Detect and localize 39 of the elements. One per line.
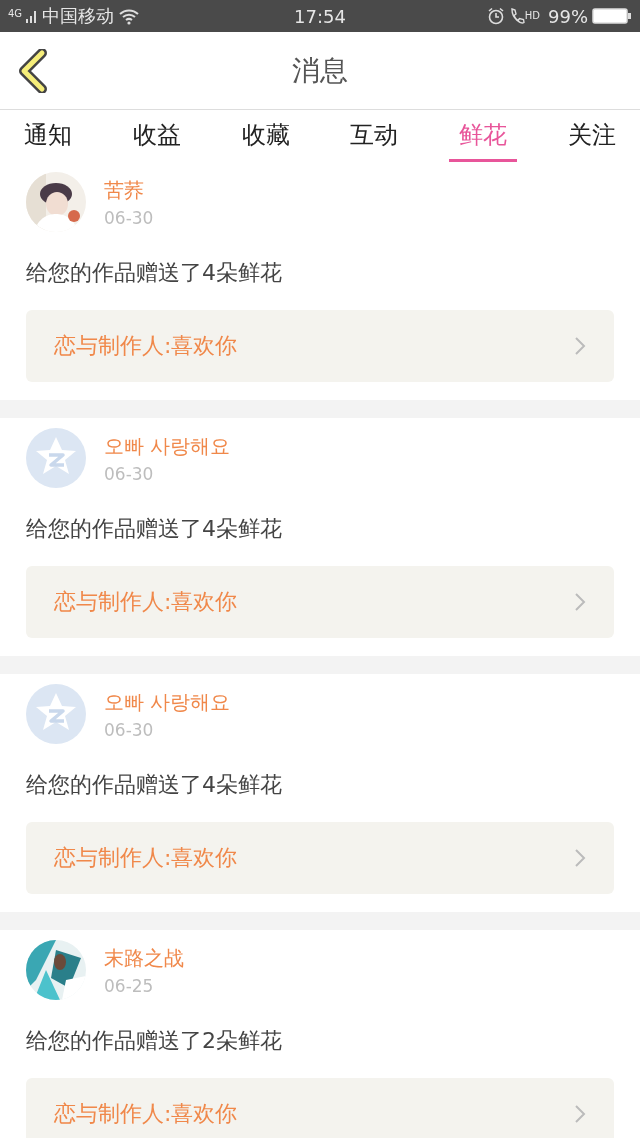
- tab[interactable]: 关注: [558, 110, 626, 162]
- battery-icon: [592, 7, 632, 25]
- user-name[interactable]: 오빠 사랑해요: [104, 432, 231, 460]
- message-text: 给您的作品赠送了4朵鲜花: [26, 771, 283, 799]
- message-text: 给您的作品赠送了4朵鲜花: [26, 515, 283, 543]
- message-date: 06-25: [104, 975, 155, 996]
- phone-icon: [508, 7, 525, 25]
- wifi-icon: [118, 7, 141, 25]
- clock-time: 17:54: [294, 5, 346, 27]
- user-name[interactable]: 오빠 사랑해요: [104, 688, 231, 716]
- default-avatar-icon: [26, 684, 86, 744]
- message-date: 06-30: [104, 463, 155, 484]
- user-name[interactable]: 苦荞: [104, 176, 154, 204]
- message-date: 06-30: [104, 207, 154, 228]
- chevron-icon: [574, 848, 586, 868]
- chevron-icon: [574, 1104, 586, 1124]
- default-avatar-icon: [26, 428, 86, 488]
- chevron-icon: [574, 592, 586, 612]
- message-date: 06-30: [104, 719, 155, 740]
- page-title: 消息: [292, 52, 348, 89]
- tab[interactable]: 互动: [340, 110, 409, 162]
- hd-label: HD: [524, 9, 540, 21]
- user-name[interactable]: 末路之战: [104, 944, 184, 972]
- work-link[interactable]: 恋与制作人:喜欢你: [26, 566, 614, 638]
- tab[interactable]: 收藏: [231, 110, 300, 162]
- tab[interactable]: 收益: [122, 110, 191, 162]
- battery-percent: 99%: [548, 5, 588, 27]
- back-button[interactable]: [18, 48, 48, 93]
- work-link[interactable]: 恋与制作人:喜欢你: [26, 310, 614, 382]
- work-link[interactable]: 恋与制作人:喜欢你: [26, 822, 614, 894]
- carrier-label: 中国移动: [42, 4, 115, 28]
- message-text: 给您的作品赠送了4朵鲜花: [26, 259, 283, 287]
- alarm-icon: [486, 7, 505, 25]
- tab[interactable]: 通知: [14, 110, 82, 162]
- chevron-icon: [574, 336, 586, 356]
- work-link[interactable]: 恋与制作人:喜欢你: [26, 1078, 614, 1138]
- message-text: 给您的作品赠送了2朵鲜花: [26, 1027, 283, 1055]
- signal-icon: [26, 9, 39, 23]
- network-label: 4G: [8, 8, 23, 19]
